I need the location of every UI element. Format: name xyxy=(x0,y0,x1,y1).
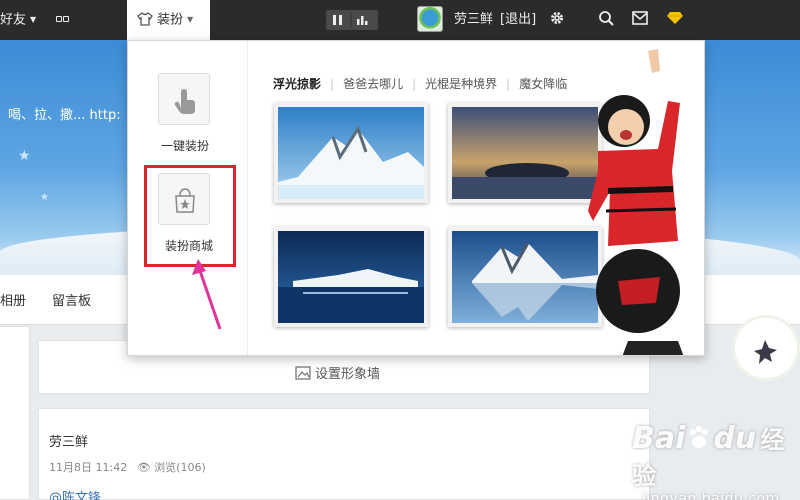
one-click-dress-label: 一键装扮 xyxy=(160,139,209,153)
child-racer-illustration xyxy=(588,41,704,355)
diamond-icon[interactable] xyxy=(666,0,684,40)
post-views: 浏览(106) xyxy=(154,461,206,474)
picture-icon xyxy=(295,366,311,380)
chevron-down-icon: ▼ xyxy=(30,15,37,24)
nav-guestbook[interactable]: 留言板 xyxy=(52,290,91,309)
post-author[interactable]: 劳三鲜 xyxy=(49,431,88,450)
theme-tabs: 浮光掠影 | 爸爸去哪儿 | 光棍是种境界 | 魔女降临 xyxy=(273,75,576,92)
tab-separator: | xyxy=(412,77,417,91)
dress-up-menu[interactable]: 装扮 ▼ xyxy=(127,0,210,40)
search-icon[interactable] xyxy=(598,0,614,40)
set-image-wall-link[interactable]: 设置形象墙 xyxy=(295,363,380,382)
tab-theme-3[interactable]: 光棍是种境界 xyxy=(425,77,497,91)
banner-text: 喝、拉、撒... http: xyxy=(8,108,121,123)
one-click-dress-button[interactable] xyxy=(158,73,210,125)
friends-menu[interactable]: 好友 ▼ xyxy=(0,0,36,40)
post-meta: 11月8日 11:42 👁 浏览(106) xyxy=(49,459,206,475)
apps-menu[interactable]: 应用▼ xyxy=(56,0,112,65)
dress-up-label: 装扮 xyxy=(157,12,184,28)
dress-shop-button[interactable] xyxy=(158,173,210,225)
tab-theme-4[interactable]: 魔女降临 xyxy=(519,77,567,91)
user-avatar[interactable] xyxy=(417,6,443,32)
shopping-bag-icon xyxy=(175,188,195,213)
theme-thumbnail[interactable] xyxy=(274,227,428,327)
music-player[interactable] xyxy=(326,10,378,30)
top-navigation-bar: 好友▼ 应用▼ 装扮▼ 劳三鲜 [退出] xyxy=(0,0,800,65)
nav-album[interactable]: 相册 xyxy=(0,290,26,309)
watermark-brand-2: du xyxy=(713,421,757,456)
pause-icon xyxy=(333,12,368,28)
chevron-down-icon: ▼ xyxy=(187,15,194,24)
baidu-watermark: Bai du 经验 jingyan.baidu.com xyxy=(632,420,800,500)
username[interactable]: 劳三鲜 xyxy=(454,0,493,40)
set-image-wall-label: 设置形象墙 xyxy=(315,367,381,382)
mail-icon[interactable] xyxy=(632,0,648,40)
dress-shop-label: 装扮商城 xyxy=(164,239,213,253)
tab-separator: | xyxy=(330,77,335,91)
eye-icon: 👁 xyxy=(136,461,151,474)
theme-thumbnail[interactable] xyxy=(274,103,428,203)
gear-icon[interactable] xyxy=(549,0,565,40)
watermark-brand: Bai xyxy=(632,421,686,456)
logout-link[interactable]: [退出] xyxy=(500,0,536,40)
theme-thumbnail[interactable] xyxy=(448,227,602,327)
shirt-icon xyxy=(137,11,153,26)
friends-label: 好友 xyxy=(0,12,27,28)
grid-icon xyxy=(56,0,70,62)
star-icon: ★ xyxy=(40,192,49,203)
left-panel xyxy=(0,326,30,500)
post-time: 11月8日 11:42 xyxy=(49,461,128,474)
tab-theme-1[interactable]: 浮光掠影 xyxy=(273,77,321,91)
cloud-decoration xyxy=(735,318,797,378)
watermark-url: jingyan.baidu.com xyxy=(642,491,780,500)
hand-pointer-icon xyxy=(174,89,195,114)
tab-theme-2[interactable]: 爸爸去哪儿 xyxy=(343,77,403,91)
theme-thumbnail[interactable] xyxy=(448,103,602,203)
arrow-annotation xyxy=(192,259,222,330)
paw-icon xyxy=(690,426,709,448)
star-icon: ★ xyxy=(18,148,31,164)
post-card: 劳三鲜 11月8日 11:42 👁 浏览(106) @陈文锋 xyxy=(38,408,650,500)
mention-link[interactable]: @陈文锋 xyxy=(49,487,101,500)
tab-separator: | xyxy=(506,77,511,91)
